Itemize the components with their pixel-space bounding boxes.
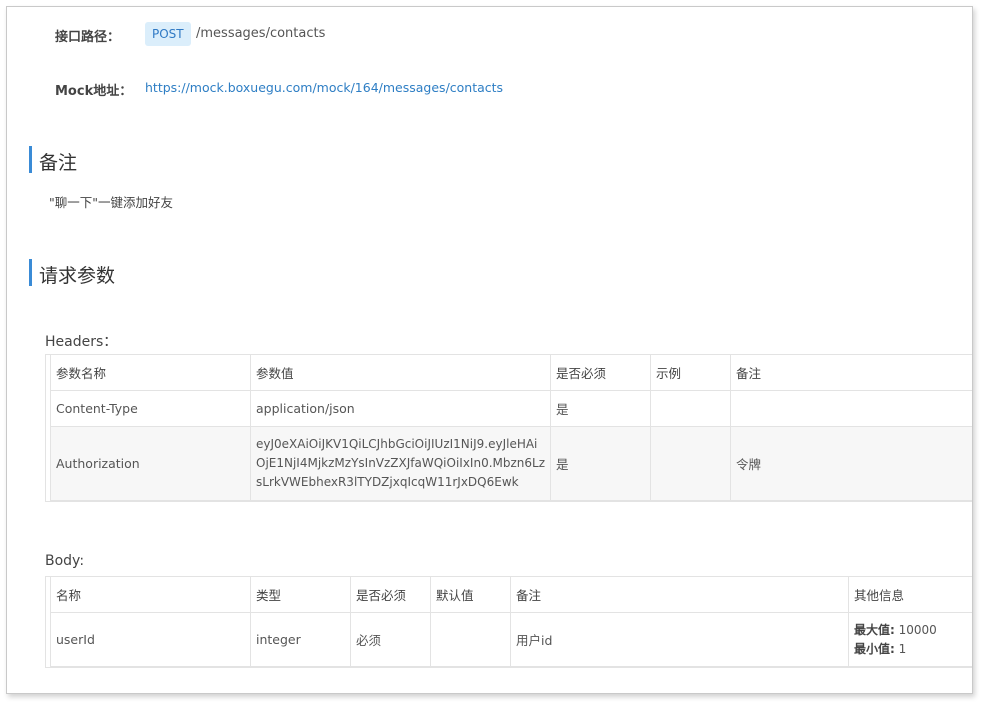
field-type: integer <box>250 612 351 667</box>
remarks-title: 备注 <box>39 152 78 174</box>
col-name: 名称 <box>50 576 251 613</box>
min-label: 最小值: <box>854 641 895 656</box>
table-row: Content-Type application/json 是 <box>50 390 972 427</box>
field-remark: 用户id <box>510 612 849 667</box>
param-value: eyJ0eXAiOiJKV1QiLCJhbGciOiJIUzI1NiJ9.eyJ… <box>250 426 551 501</box>
field-required: 必须 <box>350 612 431 667</box>
headers-header-row: 参数名称 参数值 是否必须 示例 备注 <box>50 354 972 391</box>
col-default: 默认值 <box>430 576 511 613</box>
field-name: userId <box>50 612 251 667</box>
min-value-line: 最小值: 1 <box>854 640 972 659</box>
method-badge: POST <box>145 22 191 46</box>
col-remark: 备注 <box>730 354 972 391</box>
headers-table: 参数名称 参数值 是否必须 示例 备注 Content-Type applica… <box>50 354 972 501</box>
body-title: Body: <box>45 553 85 569</box>
field-other-info: 最大值: 10000 最小值: 1 <box>848 612 972 667</box>
param-example <box>650 390 731 427</box>
max-value: 10000 <box>898 622 937 637</box>
body-table: 名称 类型 是否必须 默认值 备注 其他信息 userId integer 必须… <box>50 576 972 667</box>
col-required: 是否必须 <box>350 576 431 613</box>
section-marker <box>29 259 32 286</box>
col-example: 示例 <box>650 354 731 391</box>
remarks-text: "聊一下"一键添加好友 <box>49 195 173 210</box>
doc-frame: 接口路径： POST /messages/contacts Mock地址： ht… <box>6 6 973 694</box>
col-param-value: 参数值 <box>250 354 551 391</box>
param-required: 是 <box>550 390 651 427</box>
param-required: 是 <box>550 426 651 501</box>
section-marker <box>29 146 32 173</box>
request-title: 请求参数 <box>39 265 116 287</box>
body-header-row: 名称 类型 是否必须 默认值 备注 其他信息 <box>50 576 972 613</box>
max-label: 最大值: <box>854 622 895 637</box>
param-value: application/json <box>250 390 551 427</box>
api-path: /messages/contacts <box>196 26 326 41</box>
col-type: 类型 <box>250 576 351 613</box>
param-example <box>650 426 731 501</box>
param-name: Authorization <box>50 426 251 501</box>
field-default <box>430 612 511 667</box>
param-name: Content-Type <box>50 390 251 427</box>
headers-title: Headers： <box>45 334 118 350</box>
min-value: 1 <box>898 641 907 656</box>
col-remark: 备注 <box>510 576 849 613</box>
col-other-info: 其他信息 <box>848 576 972 613</box>
param-remark <box>730 390 972 427</box>
mock-url-link[interactable]: https://mock.boxuegu.com/mock/164/messag… <box>145 80 503 95</box>
col-required: 是否必须 <box>550 354 651 391</box>
path-label: 接口路径： <box>55 30 121 45</box>
table-row: userId integer 必须 用户id 最大值: 10000 最小值: 1 <box>50 612 972 667</box>
max-value-line: 最大值: 10000 <box>854 621 972 640</box>
param-remark: 令牌 <box>730 426 972 501</box>
col-param-name: 参数名称 <box>50 354 251 391</box>
mock-label: Mock地址： <box>55 84 133 99</box>
table-row: Authorization eyJ0eXAiOiJKV1QiLCJhbGciOi… <box>50 426 972 501</box>
